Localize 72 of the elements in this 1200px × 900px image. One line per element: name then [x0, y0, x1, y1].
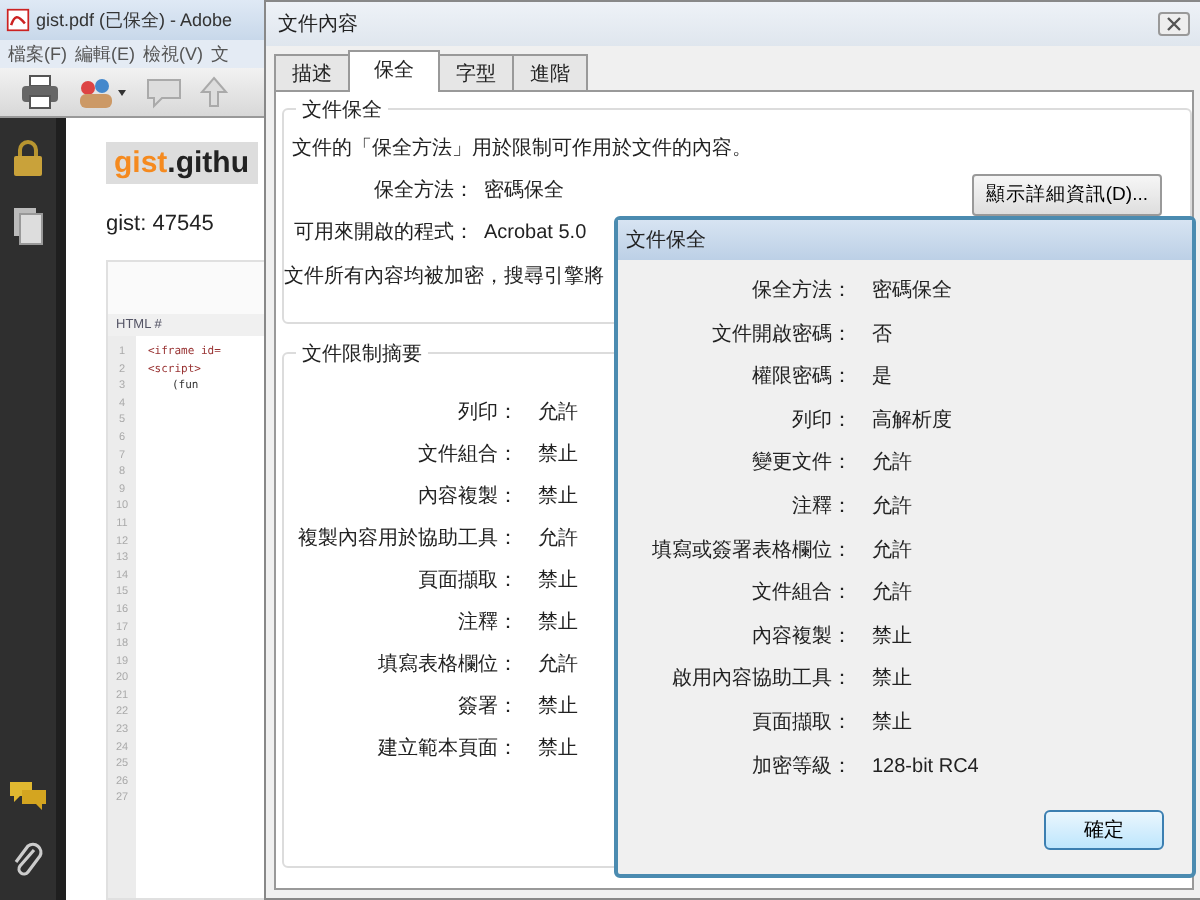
menu-item[interactable]: 檢視(V)	[143, 41, 203, 67]
printer-icon[interactable]	[20, 74, 60, 110]
field-value: 允許	[872, 539, 912, 564]
field-value: 允許	[872, 582, 912, 607]
field-value: 允許	[538, 528, 578, 552]
close-button[interactable]	[1158, 12, 1190, 36]
field-label: 權限密碼：	[752, 366, 852, 391]
field-value: 允許	[538, 654, 578, 678]
field-label: 填寫或簽署表格欄位：	[652, 539, 852, 564]
menu-item[interactable]: 編輯(E)	[75, 41, 135, 67]
group-title: 文件保全	[296, 96, 388, 124]
note-text: 文件所有內容均被加密，搜尋引擎將	[284, 263, 604, 290]
close-icon	[1166, 16, 1182, 32]
field-label: 列印：	[792, 409, 852, 434]
field-label: 填寫表格欄位：	[378, 654, 518, 678]
lock-icon[interactable]	[12, 138, 44, 178]
description-text: 文件的「保全方法」用於限制可作用於文件的內容。	[292, 135, 752, 162]
group-title: 文件限制摘要	[296, 340, 428, 368]
details-button[interactable]: 顯示詳細資訊(D)...	[971, 174, 1162, 216]
field-label: 簽署：	[458, 696, 518, 720]
field-label: 啟用內容協助工具：	[672, 668, 852, 693]
tab[interactable]: 描述	[274, 54, 350, 90]
field-label: 複製內容用於協助工具：	[298, 528, 518, 552]
field-value: Acrobat 5.0	[484, 222, 587, 246]
field-value: 禁止	[538, 696, 578, 720]
field-value: 禁止	[538, 444, 578, 468]
field-value: 禁止	[538, 570, 578, 594]
field-value: 禁止	[872, 668, 912, 693]
tab[interactable]: 進階	[512, 54, 588, 90]
gist-logo: gist.githu	[106, 142, 257, 184]
field-label: 內容複製：	[418, 486, 518, 510]
menu-item[interactable]: 文	[211, 41, 229, 67]
field-value: 允許	[872, 452, 912, 477]
menu-item[interactable]: 檔案(F)	[8, 41, 67, 67]
field-label: 保全方法：	[752, 280, 852, 304]
dialog-title: 文件內容	[278, 11, 358, 38]
field-value: 允許	[872, 495, 912, 520]
field-value: 128-bit RC4	[872, 755, 979, 780]
share-icon[interactable]	[76, 74, 128, 110]
tab[interactable]: 字型	[438, 54, 514, 90]
field-value: 密碼保全	[484, 180, 564, 204]
field-label: 文件組合：	[418, 444, 518, 468]
field-value: 密碼保全	[872, 280, 952, 304]
gist-id: gist: 47545	[106, 212, 214, 236]
field-label: 加密等級：	[752, 755, 852, 780]
field-label: 頁面擷取：	[418, 570, 518, 594]
field-label: 保全方法：	[374, 180, 474, 204]
paperclip-icon[interactable]	[12, 840, 44, 880]
field-label: 變更文件：	[752, 452, 852, 477]
field-label: 列印：	[458, 402, 518, 426]
field-value: 禁止	[538, 612, 578, 636]
field-value: 高解析度	[872, 409, 952, 434]
field-label: 可用來開啟的程式：	[294, 222, 474, 246]
tab[interactable]: 保全	[348, 50, 440, 92]
comments-icon[interactable]	[8, 780, 48, 812]
field-label: 頁面擷取：	[752, 711, 852, 736]
field-label: 注釋：	[792, 495, 852, 520]
ok-button[interactable]: 確定	[1044, 810, 1164, 850]
field-value: 是	[872, 366, 892, 391]
field-value: 禁止	[872, 711, 912, 736]
field-value: 禁止	[872, 625, 912, 650]
field-value: 禁止	[538, 486, 578, 510]
window-title: gist.pdf (已保全) - Adobe	[36, 7, 233, 33]
field-value: 禁止	[538, 738, 578, 762]
field-label: 文件組合：	[752, 582, 852, 607]
field-label: 內容複製：	[752, 625, 852, 650]
dialog-title: 文件保全	[626, 227, 706, 254]
pages-icon[interactable]	[12, 206, 44, 246]
field-label: 建立範本頁面：	[378, 738, 518, 762]
pdf-icon	[6, 8, 30, 32]
field-value: 允許	[538, 402, 578, 426]
field-label: 注釋：	[458, 612, 518, 636]
